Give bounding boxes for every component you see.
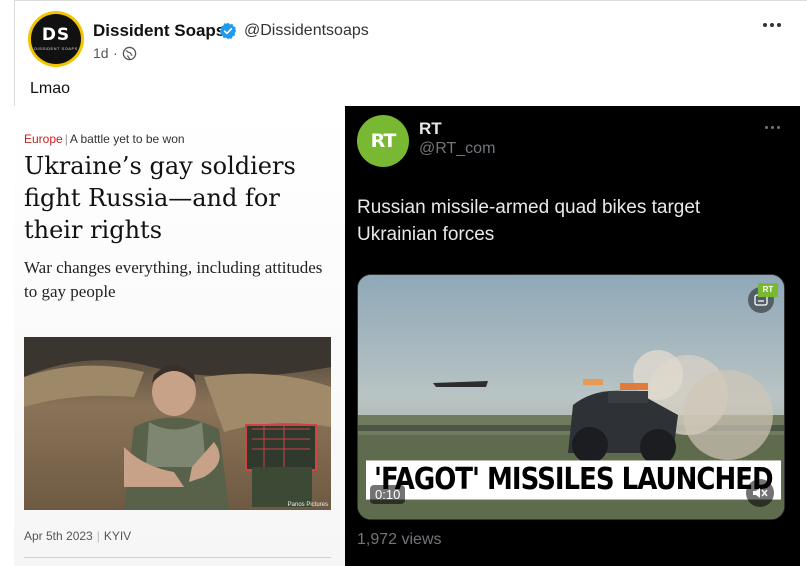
article-headline: Ukraine’s gay soldiers fight Russia—and … (24, 152, 296, 244)
avatar-initials: DS (41, 25, 71, 45)
more-options-icon[interactable] (763, 20, 783, 30)
mute-icon[interactable] (746, 479, 774, 507)
avatar-subtext: DISSIDENT SOAPS (34, 46, 78, 51)
divider (24, 557, 331, 558)
post-text: Lmao (30, 80, 71, 97)
meta-separator: · (113, 45, 118, 61)
more-options-icon (765, 126, 780, 129)
article-section: Europe (24, 132, 63, 146)
rt-tweet-image[interactable]: RT RT @RT_com Russian missile-armed quad… (345, 106, 800, 566)
globe-icon (122, 46, 137, 61)
video-time: 0:10 (370, 485, 406, 504)
article-kicker: Europe | A battle yet to be won (24, 132, 185, 146)
article-dateline: Apr 5th 2023 | KYIV (24, 529, 132, 543)
rt-name: RT (419, 119, 442, 138)
video-caption: 'FAGOT' MISSILES LAUNCHED (366, 460, 781, 500)
author-name[interactable]: Dissident Soaps (93, 21, 225, 41)
rt-tweet-text: Russian missile-armed quad bikes target … (357, 197, 701, 245)
verified-badge-icon (219, 22, 237, 40)
author-avatar[interactable]: DS DISSIDENT SOAPS (28, 11, 84, 67)
article-date: Apr 5th 2023 (24, 529, 93, 543)
rt-handle: @RT_com (419, 140, 496, 157)
photo-credit: Panos Pictures (287, 502, 328, 508)
soldier-photo: Panos Pictures (24, 337, 331, 510)
view-count: 1,972 views (357, 531, 442, 548)
video-player[interactable]: RT 'FAGOT' MISSILES LAUNCHED 0:10 (357, 274, 785, 520)
rt-watermark: RT (758, 283, 778, 297)
article-location: KYIV (103, 529, 132, 543)
rt-avatar: RT (357, 115, 409, 167)
article-subhead: War changes everything, including attitu… (24, 258, 323, 301)
article-kicker-text: A battle yet to be won (69, 132, 185, 146)
post-time[interactable]: 1d (93, 45, 109, 61)
article-image[interactable]: Europe | A battle yet to be won Ukraine’s … (14, 106, 345, 566)
author-handle[interactable]: @Dissidentsoaps (244, 22, 369, 40)
